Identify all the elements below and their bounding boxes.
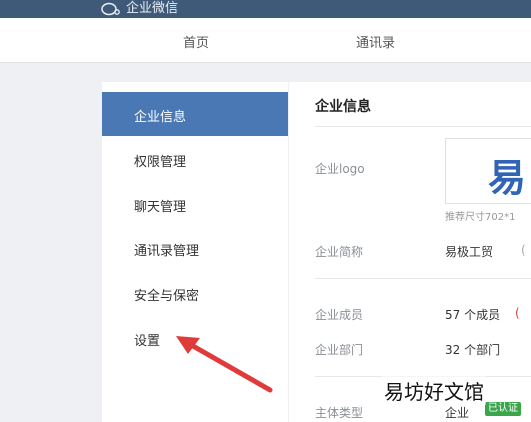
entity-type-value: 企业 bbox=[445, 406, 470, 420]
members-link[interactable]: ( bbox=[515, 306, 520, 320]
sidebar-item-label: 权限管理 bbox=[134, 155, 187, 170]
verified-badge: 已认证 bbox=[485, 402, 521, 416]
company-logo-preview[interactable]: 易 bbox=[445, 138, 531, 204]
divider bbox=[315, 278, 531, 279]
departments-value: 32 个部门 bbox=[445, 343, 501, 357]
app-name: 企业微信 bbox=[126, 1, 179, 16]
sidebar-item-label: 聊天管理 bbox=[134, 200, 187, 215]
content-panel: 企业信息 企业logo 易 推荐尺寸702*1 企业简称 易极工贸 ( 企业成员… bbox=[289, 82, 531, 422]
watermark: 易坊好文馆 bbox=[382, 376, 486, 405]
sidebar-item-contacts-management[interactable]: 通讯录管理 bbox=[102, 226, 288, 270]
departments-label: 企业部门 bbox=[315, 343, 364, 357]
entity-type-label: 主体类型 bbox=[315, 406, 364, 420]
logo-size-hint: 推荐尺寸702*1 bbox=[445, 212, 516, 223]
sidebar-item-security[interactable]: 安全与保密 bbox=[102, 271, 288, 315]
members-label: 企业成员 bbox=[315, 308, 364, 322]
main-nav: 首页 通讯录 bbox=[0, 18, 531, 63]
sidebar-item-label: 通讯录管理 bbox=[134, 244, 200, 259]
top-bar: 企业微信 bbox=[0, 0, 531, 18]
short-name-edit-link[interactable]: ( bbox=[521, 243, 526, 257]
short-name-label: 企业简称 bbox=[315, 245, 364, 259]
divider bbox=[315, 126, 531, 127]
short-name-value: 易极工贸 bbox=[445, 245, 494, 259]
nav-contacts[interactable]: 通讯录 bbox=[356, 32, 395, 51]
annotation-arrow-icon bbox=[176, 336, 273, 393]
sidebar-item-label: 企业信息 bbox=[134, 110, 187, 125]
sidebar-item-chat[interactable]: 聊天管理 bbox=[102, 182, 288, 226]
wecom-logo-icon bbox=[101, 2, 120, 16]
sidebar-item-permissions[interactable]: 权限管理 bbox=[102, 137, 288, 181]
company-logo-image: 易 bbox=[488, 156, 527, 200]
sidebar-item-label: 安全与保密 bbox=[134, 289, 200, 304]
app-logo[interactable]: 企业微信 bbox=[100, 0, 178, 18]
members-value: 57 个成员 bbox=[445, 308, 501, 322]
nav-home[interactable]: 首页 bbox=[183, 32, 209, 51]
sidebar-item-label: 设置 bbox=[134, 334, 161, 349]
page-title: 企业信息 bbox=[315, 99, 371, 115]
company-logo-label: 企业logo bbox=[315, 162, 365, 176]
sidebar-item-company-info[interactable]: 企业信息 bbox=[102, 92, 288, 136]
